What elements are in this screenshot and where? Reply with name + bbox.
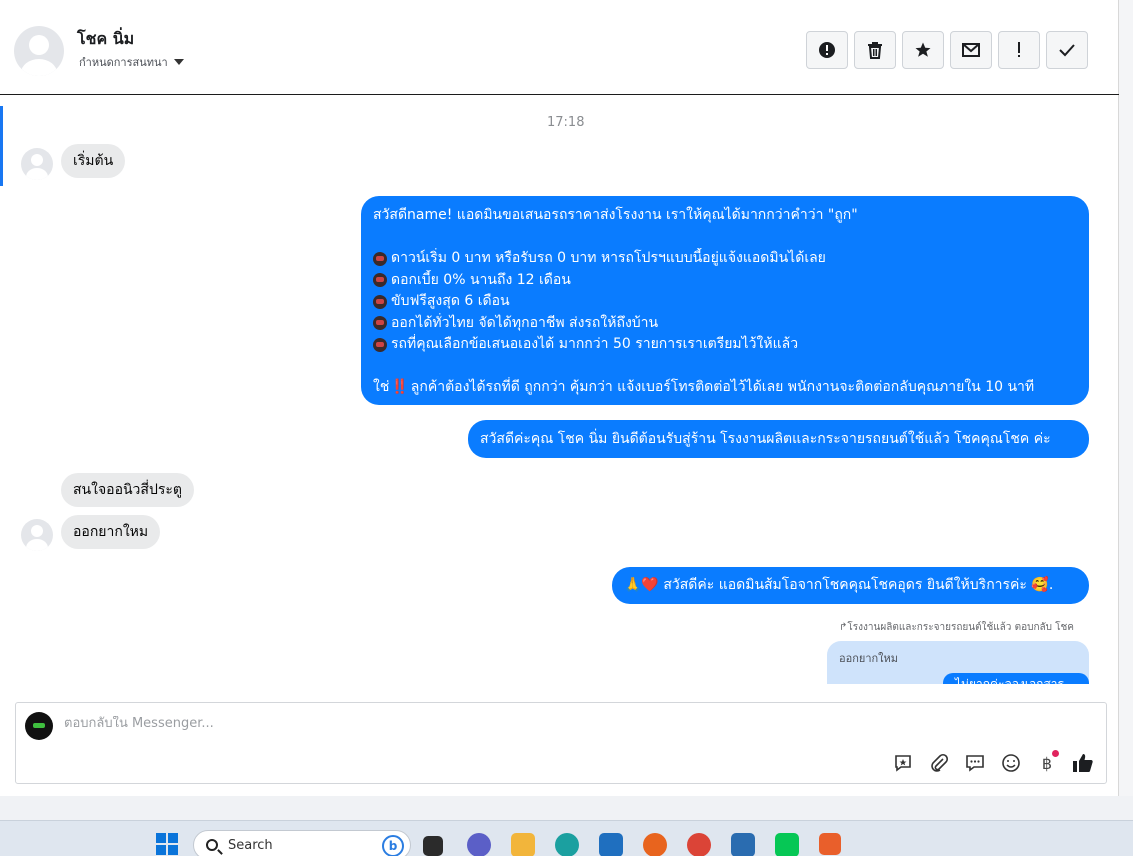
alert-circle-icon — [819, 42, 835, 58]
message-line: ดาวน์เริ่ม 0 บาท หรือรับรถ 0 บาท หารถโปร… — [373, 248, 1077, 270]
payment-button[interactable]: ฿ — [1034, 750, 1060, 776]
quick-reply-button[interactable] — [962, 750, 988, 776]
message-line: รถที่คุณเลือกข้อเสนอเองได้ มากกว่า 50 รา… — [373, 334, 1077, 356]
delete-button[interactable] — [854, 31, 896, 69]
check-icon — [1059, 44, 1075, 57]
saved-reply-icon — [895, 755, 911, 772]
double-exclamation-icon: ‼️ — [391, 379, 409, 395]
car-icon — [373, 251, 387, 266]
microsoft-store-icon[interactable] — [599, 833, 623, 856]
car-icon — [373, 316, 387, 331]
message-line: ใช่ ‼️ ลูกค้าต้องได้รถที่ดี ถูกกว่า คุ้ม… — [373, 377, 1077, 399]
chat-bubble-icon — [966, 755, 984, 772]
scroll-gutter — [1119, 0, 1133, 796]
star-icon — [915, 42, 931, 57]
chrome-icon[interactable] — [687, 833, 711, 856]
paperclip-icon — [931, 753, 949, 772]
contact-name[interactable]: โชค นิ่ม — [77, 27, 134, 52]
header-toolbar — [806, 31, 1088, 69]
file-explorer-icon[interactable] — [511, 833, 535, 856]
taskbar-search[interactable]: Search b — [193, 830, 411, 856]
attach-button[interactable] — [926, 750, 952, 776]
star-button[interactable] — [902, 31, 944, 69]
firefox-icon[interactable] — [643, 833, 667, 856]
incoming-message[interactable]: สนใจออนิวสี่ประตู — [61, 473, 194, 507]
follow-up-button[interactable] — [998, 31, 1040, 69]
contact-avatar-small — [21, 519, 53, 551]
page-avatar — [25, 712, 53, 740]
messenger-panel: โชค นิ่ม กำหนดการสนทนา 17:18 เริ่มต้น สว… — [0, 0, 1119, 796]
message-composer: ฿ — [15, 702, 1107, 784]
like-button[interactable] — [1070, 750, 1096, 776]
edge-browser-icon[interactable] — [555, 833, 579, 856]
conversation-header: โชค นิ่ม กำหนดการสนทนา — [0, 0, 1119, 95]
teams-chat-icon[interactable] — [467, 833, 491, 856]
envelope-icon — [962, 43, 980, 57]
outgoing-message-greeting[interactable]: สวัสดีค่ะคุณ โชค นิ่ม ยินดีต้อนรับสู่ร้า… — [468, 420, 1089, 458]
car-icon — [373, 294, 387, 309]
thumbs-up-icon — [1073, 754, 1093, 772]
emoji-button[interactable] — [998, 750, 1024, 776]
message-line: ขับฟรีสูงสุด 6 เดือน — [373, 291, 1077, 313]
line-app-icon[interactable] — [775, 833, 799, 856]
message-line: สวัสดีname! แอดมินขอเสนอรถราคาส่งโรงงาน … — [373, 207, 858, 223]
notification-dot — [1052, 750, 1059, 757]
mark-unread-button[interactable] — [950, 31, 992, 69]
notepad-icon[interactable] — [731, 833, 755, 856]
windows-taskbar: Search b — [0, 820, 1133, 856]
mark-done-button[interactable] — [1046, 31, 1088, 69]
outgoing-message-admin-reply[interactable]: 🙏❤️ สวัสดีค่ะ แอดมินส้มโอจากโชคคุณโชคอุด… — [612, 567, 1089, 604]
exclamation-icon — [1018, 42, 1020, 57]
incoming-message[interactable]: เริ่มต้น — [61, 144, 126, 178]
start-button[interactable] — [156, 833, 178, 855]
composer-toolbar: ฿ — [890, 750, 1096, 776]
outgoing-message-partial[interactable]: ไม่ยากค่ะลองเอกสาร — [943, 673, 1089, 684]
message-line: ดอกเบี้ย 0% นานถึง 12 เดือน — [373, 270, 1077, 292]
incoming-message[interactable]: ออกยากใหม — [61, 515, 161, 549]
car-icon — [373, 337, 387, 352]
reply-input[interactable] — [64, 716, 764, 731]
trash-icon — [868, 42, 882, 59]
smiley-icon — [1002, 754, 1020, 772]
car-icon — [373, 273, 387, 288]
snipping-tool-icon[interactable] — [819, 833, 841, 855]
mark-spam-button[interactable] — [806, 31, 848, 69]
active-thread-indicator — [0, 106, 3, 186]
search-icon — [206, 839, 218, 851]
conversation-settings-label: กำหนดการสนทนา — [79, 56, 168, 69]
saved-reply-button[interactable] — [890, 750, 916, 776]
task-view-icon[interactable] — [423, 836, 443, 856]
message-line: ออกได้ทั่วไทย จัดได้ทุกอาชีพ ส่งรถให้ถึง… — [373, 313, 1077, 335]
caret-down-icon — [173, 59, 184, 65]
bing-icon[interactable]: b — [382, 835, 404, 856]
contact-avatar-small — [21, 148, 53, 180]
conversation-settings-dropdown[interactable]: กำหนดการสนทนา — [79, 53, 184, 71]
contact-avatar[interactable] — [14, 26, 64, 76]
outgoing-message-welcome[interactable]: สวัสดีname! แอดมินขอเสนอรถราคาส่งโรงงาน … — [361, 196, 1089, 405]
search-label: Search — [228, 837, 273, 853]
reply-context-label: ↱โรงงานผลิตและกระจายรถยนต์ใช้แล้ว ตอบกลั… — [839, 622, 1074, 633]
baht-icon: ฿ — [1041, 753, 1053, 773]
message-timestamp: 17:18 — [547, 115, 585, 130]
